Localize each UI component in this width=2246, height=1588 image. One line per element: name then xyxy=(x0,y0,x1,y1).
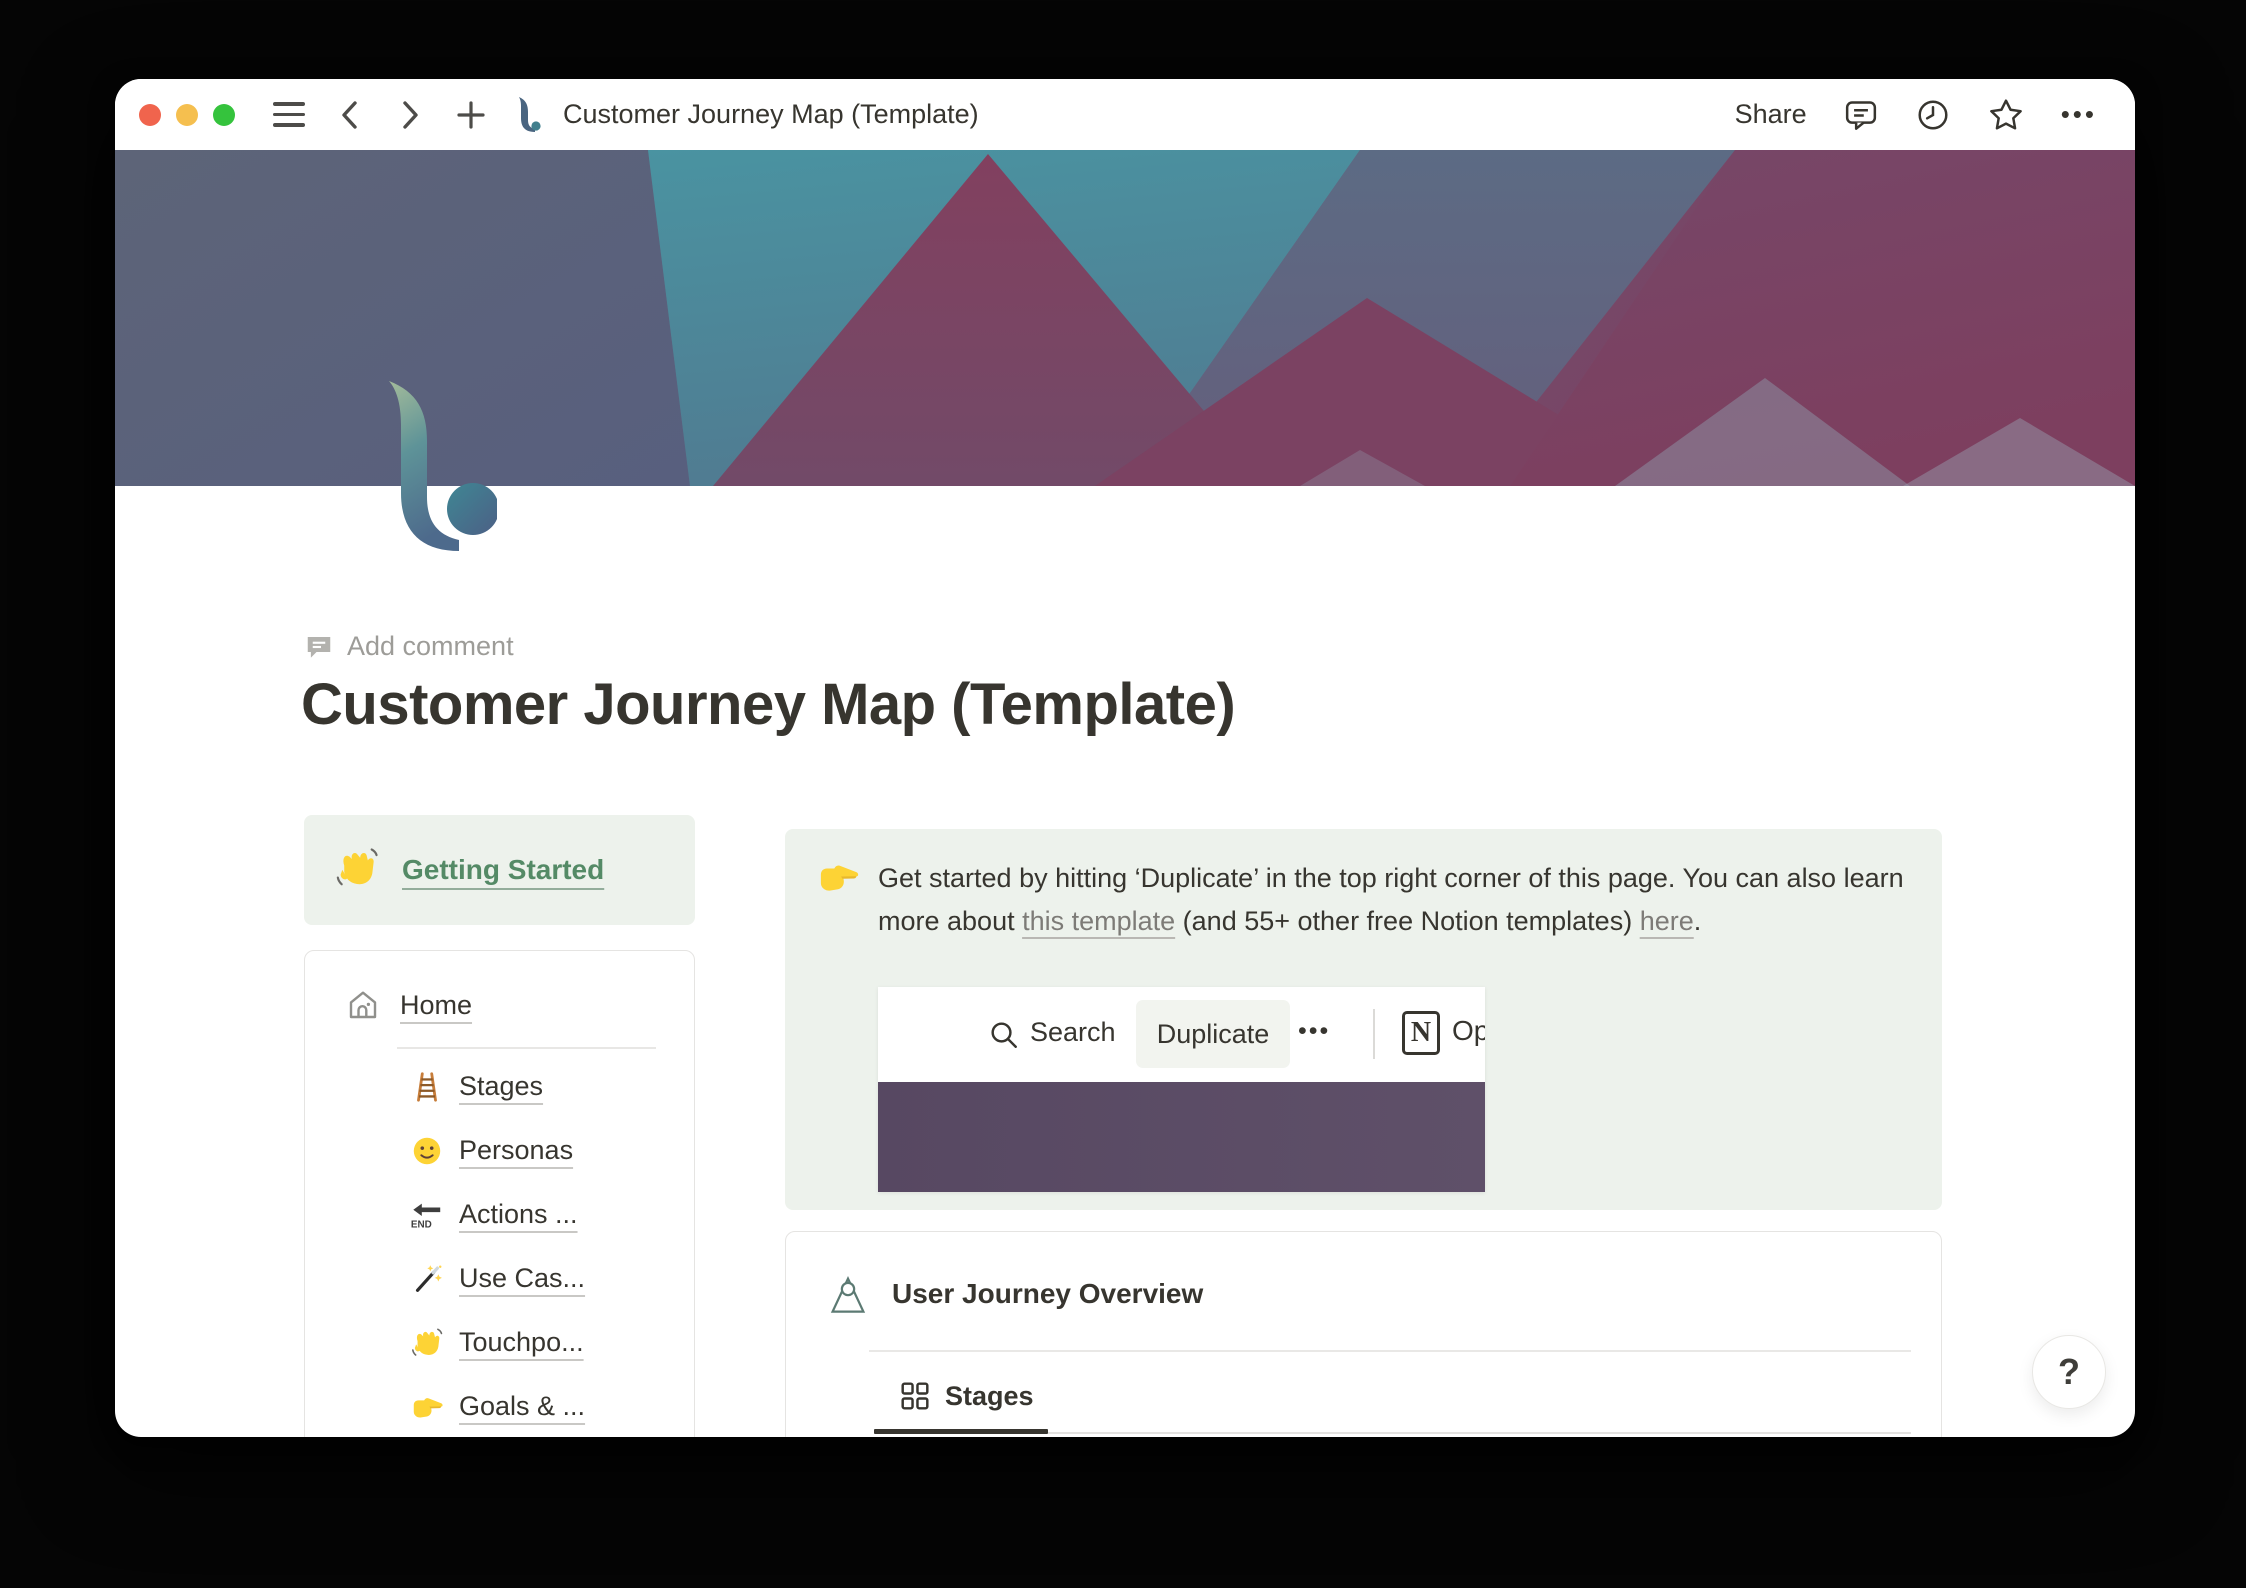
help-button[interactable]: ? xyxy=(2032,1335,2106,1409)
forward-button[interactable] xyxy=(395,98,425,132)
overview-title: User Journey Overview xyxy=(892,1278,1204,1309)
minimize-window-button[interactable] xyxy=(176,103,198,126)
svg-text:END: END xyxy=(411,1219,432,1230)
mini-cover-purple xyxy=(878,1082,1485,1192)
screenshot-stage: Customer Journey Map (Template) Share ••… xyxy=(0,0,2246,1588)
getting-started-link[interactable]: Getting Started xyxy=(402,854,604,886)
wave-emoji xyxy=(409,1326,445,1360)
magic-wand-emoji xyxy=(409,1262,445,1296)
comments-icon[interactable] xyxy=(1843,97,1879,133)
end-arrow-emoji: END xyxy=(409,1198,445,1232)
share-button[interactable]: Share xyxy=(1735,99,1807,130)
use-cases-link-label: Use Cas... xyxy=(459,1263,586,1293)
home-link-label: Home xyxy=(400,989,473,1020)
mini-more-icon: ••• xyxy=(1298,1017,1331,1045)
tab-stages-label: Stages xyxy=(945,1380,1034,1411)
sidebar-item-use-cases[interactable]: Use Cas... xyxy=(305,1247,694,1311)
sidebar-item-personas[interactable]: Personas xyxy=(305,1119,694,1183)
persona-icon xyxy=(830,1275,866,1313)
favorite-star-icon[interactable] xyxy=(1987,96,2025,134)
comment-bubble-icon xyxy=(307,636,331,658)
add-comment-button[interactable]: Add comment xyxy=(304,631,514,662)
close-window-button[interactable] xyxy=(139,103,161,126)
callout-text-segment: . xyxy=(1693,906,1702,936)
history-clock-icon[interactable] xyxy=(1915,97,1951,133)
chevron-left-icon xyxy=(342,100,357,129)
touchpoints-link-label: Touchpo... xyxy=(459,1327,584,1357)
titlebar-actions: Share ••• xyxy=(1735,96,2097,134)
mini-search-label: Search xyxy=(1030,1017,1116,1047)
zoom-window-button[interactable] xyxy=(213,103,235,126)
tab-track-line xyxy=(1048,1432,1911,1434)
ladder-emoji xyxy=(409,1070,445,1104)
mini-open-label: Op xyxy=(1452,1015,1485,1046)
notion-window: Customer Journey Map (Template) Share ••… xyxy=(115,79,2135,1437)
wave-emoji xyxy=(334,845,380,896)
notion-logo-icon: N xyxy=(1402,1011,1440,1055)
callout-text-segment: (and 55+ other free Notion templates) xyxy=(1175,906,1640,936)
window-controls xyxy=(139,103,235,126)
divider xyxy=(1373,1009,1375,1059)
divider xyxy=(397,1047,656,1049)
sidebar-item-goals[interactable]: Goals & ... xyxy=(305,1375,694,1438)
this-template-link[interactable]: this template xyxy=(1022,906,1175,936)
page-icon[interactable] xyxy=(385,379,499,560)
back-button[interactable] xyxy=(335,98,365,132)
mini-toolbar: Search Duplicate ••• N Op xyxy=(878,987,1485,1082)
divider xyxy=(869,1350,1911,1352)
smiley-emoji xyxy=(409,1134,445,1168)
getting-started-callout[interactable]: Getting Started xyxy=(304,815,695,925)
actions-link-label: Actions ... xyxy=(459,1199,578,1229)
get-started-callout: Get started by hitting ‘Duplicate’ in th… xyxy=(785,829,1942,1210)
tab-stages[interactable]: Stages xyxy=(899,1380,1034,1412)
titlebar-page-title: Customer Journey Map (Template) xyxy=(563,99,979,129)
house-icon xyxy=(349,991,377,1019)
user-journey-overview-card: User Journey Overview Stages xyxy=(785,1231,1942,1437)
page-links-card: Home Stages Personas END Actions ... Use… xyxy=(304,950,695,1437)
add-comment-label: Add comment xyxy=(347,631,514,661)
search-icon xyxy=(991,1022,1017,1048)
point-right-emoji xyxy=(409,1390,445,1424)
sidebar-item-stages[interactable]: Stages xyxy=(305,1055,694,1119)
page-favicon xyxy=(517,96,541,134)
new-tab-button[interactable] xyxy=(455,99,487,131)
plus-icon xyxy=(457,100,485,129)
duplicate-instruction-screenshot: Search Duplicate ••• N Op xyxy=(878,987,1485,1192)
callout-text: Get started by hitting ‘Duplicate’ in th… xyxy=(878,857,1953,943)
l-dot-logo-large-icon xyxy=(389,381,499,551)
sidebar-toggle-menu-icon[interactable] xyxy=(273,102,305,127)
sidebar-item-touchpoints[interactable]: Touchpo... xyxy=(305,1311,694,1375)
personas-link-label: Personas xyxy=(459,1135,574,1165)
chevron-right-icon xyxy=(403,100,418,129)
overview-header[interactable]: User Journey Overview xyxy=(826,1272,1203,1316)
active-tab-indicator xyxy=(874,1429,1048,1434)
more-options-icon[interactable]: ••• xyxy=(2061,99,2097,130)
titlebar: Customer Journey Map (Template) Share ••… xyxy=(115,79,2135,150)
l-dot-logo-icon xyxy=(519,96,541,132)
sidebar-item-home[interactable]: Home xyxy=(345,987,694,1023)
goals-link-label: Goals & ... xyxy=(459,1391,586,1421)
page-title: Customer Journey Map (Template) xyxy=(301,672,1236,737)
grid-icon xyxy=(901,1382,929,1410)
sidebar-item-actions[interactable]: END Actions ... xyxy=(305,1183,694,1247)
here-link[interactable]: here xyxy=(1640,906,1694,936)
point-right-emoji xyxy=(816,855,860,904)
stages-link-label: Stages xyxy=(459,1071,544,1101)
mini-duplicate-button: Duplicate xyxy=(1136,1000,1290,1068)
